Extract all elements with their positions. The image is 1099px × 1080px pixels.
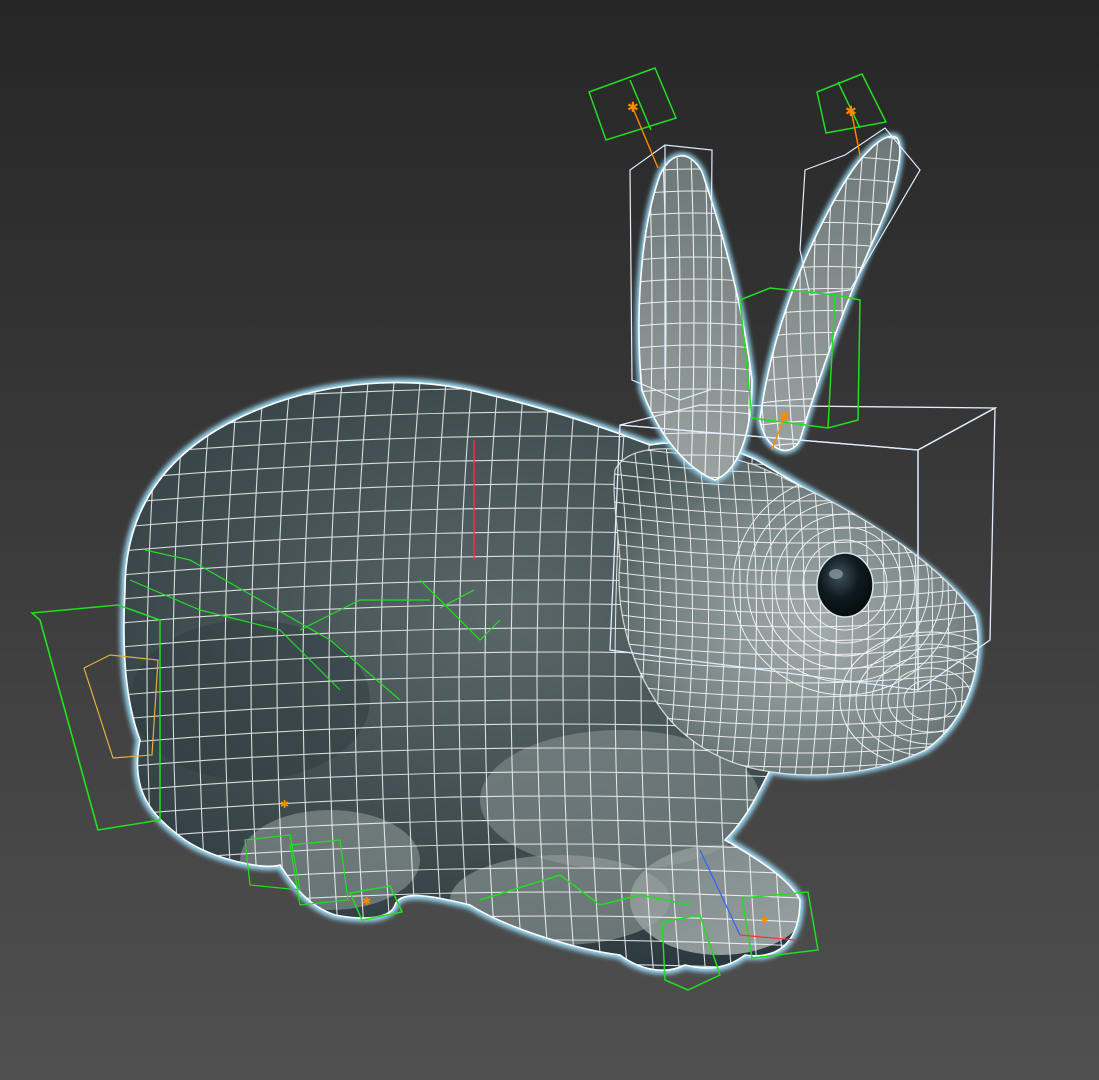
svg-text:✱: ✱ <box>760 914 769 927</box>
rabbit-ear-back[interactable] <box>730 113 920 471</box>
svg-text:✱: ✱ <box>362 895 371 908</box>
svg-text:✱: ✱ <box>280 798 289 811</box>
svg-text:✱: ✱ <box>779 410 790 425</box>
svg-text:✱: ✱ <box>627 100 639 116</box>
svg-text:✱: ✱ <box>845 104 857 120</box>
3d-viewport[interactable]: ✱ ✱ ✱ ✱ ✱ ✱ <box>0 0 1099 1080</box>
rabbit-eye <box>816 552 874 618</box>
scene[interactable]: ✱ ✱ ✱ ✱ ✱ ✱ <box>0 0 1099 1080</box>
